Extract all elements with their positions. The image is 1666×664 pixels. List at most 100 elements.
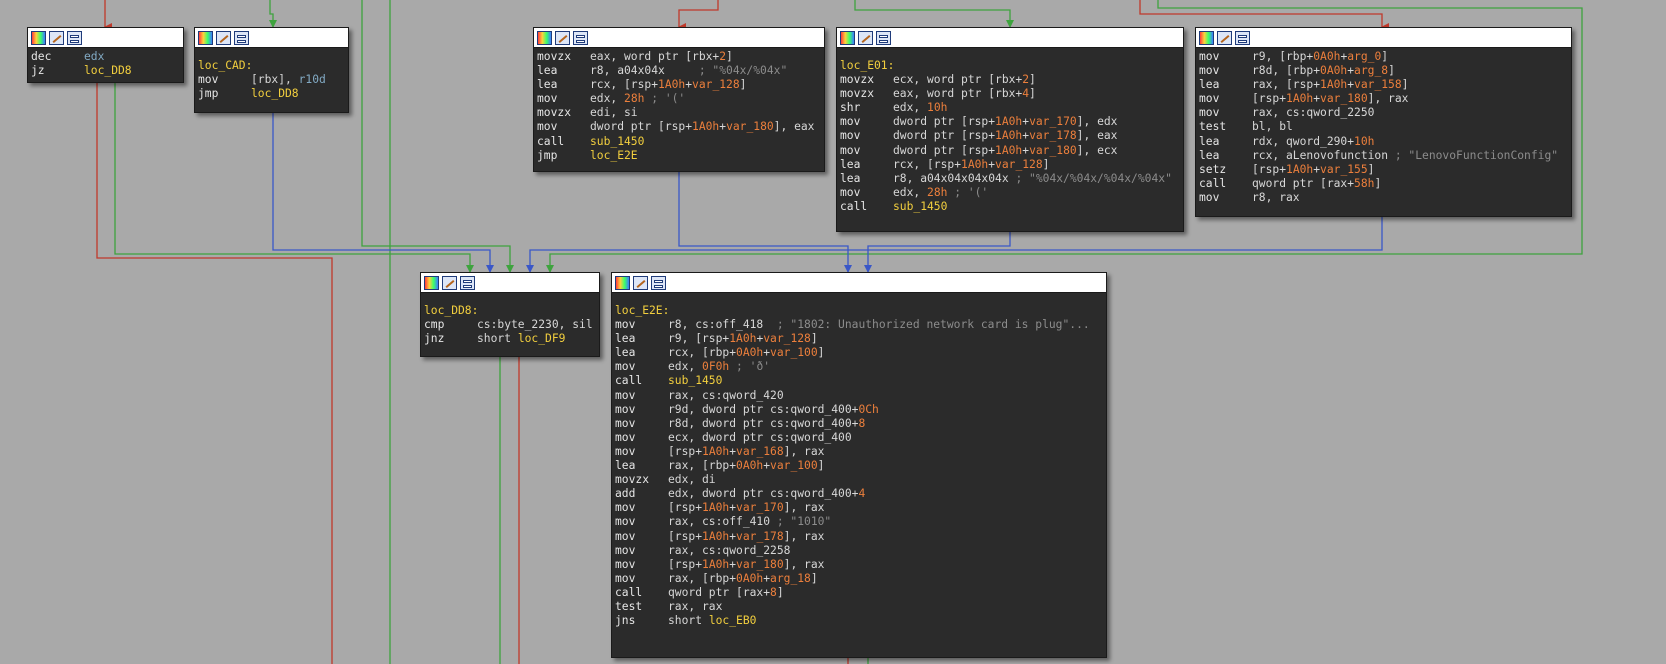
asm-line[interactable]: call qword ptr [rax+8] xyxy=(615,586,1103,600)
block-label[interactable]: loc_DD8: xyxy=(424,304,596,318)
asm-line[interactable]: mov rax, cs:qword_2250 xyxy=(1199,106,1568,120)
asm-line[interactable]: lea rax, [rbp+0A0h+var_100] xyxy=(615,459,1103,473)
asm-line[interactable]: jmp loc_DD8 xyxy=(198,87,345,101)
code-reference[interactable]: sub_1450 xyxy=(893,200,947,213)
asm-line[interactable]: mov r9d, dword ptr cs:qword_400+0Ch xyxy=(615,403,1103,417)
block-label[interactable]: loc_E01: xyxy=(840,59,1180,73)
asm-line[interactable]: mov [rsp+1A0h+var_180], rax xyxy=(615,558,1103,572)
asm-line[interactable]: lea rcx, [rbp+0A0h+var_100] xyxy=(615,346,1103,360)
asm-line[interactable]: mov rax, [rbp+0A0h+arg_18] xyxy=(615,572,1103,586)
color-palette-icon[interactable] xyxy=(424,275,439,290)
code-block-dec[interactable]: dec edx jz loc_DD8 xyxy=(27,27,184,83)
asm-line[interactable]: shr edx, 10h xyxy=(840,101,1180,115)
code-block-loc-e01[interactable]: loc_E01: movzx ecx, word ptr [rbx+2] movzx e… xyxy=(836,27,1184,232)
asm-line[interactable]: mov dword ptr [rsp+1A0h+var_180], eax xyxy=(537,120,821,134)
code-reference[interactable]: loc_DD8 xyxy=(251,87,299,100)
asm-line[interactable]: mov ecx, dword ptr cs:qword_400 xyxy=(615,431,1103,445)
asm-line[interactable]: movzx eax, word ptr [rbx+4] xyxy=(840,87,1180,101)
edit-pencil-icon[interactable] xyxy=(858,30,873,45)
edit-pencil-icon[interactable] xyxy=(1217,30,1232,45)
asm-line[interactable]: movzx eax, word ptr [rbx+2] xyxy=(537,50,821,64)
asm-line[interactable]: jmp loc_E2E xyxy=(537,149,821,163)
asm-line[interactable]: mov [rsp+1A0h+var_170], rax xyxy=(615,501,1103,515)
asm-line[interactable]: mov r9, [rbp+0A0h+arg_0] xyxy=(1199,50,1568,64)
color-palette-icon[interactable] xyxy=(31,30,46,45)
graph-toggle-icon[interactable] xyxy=(67,30,82,45)
graph-toggle-icon[interactable] xyxy=(460,275,475,290)
asm-line[interactable]: lea rcx, aLenovofunction ; "LenovoFunctio… xyxy=(1199,149,1568,163)
asm-line[interactable]: mov rax, cs:qword_2258 xyxy=(615,544,1103,558)
asm-line[interactable]: mov r8d, dword ptr cs:qword_400+8 xyxy=(615,417,1103,431)
asm-line[interactable]: movzx edi, si xyxy=(537,106,821,120)
asm-line[interactable]: dec edx xyxy=(31,50,180,64)
code-block-loc-dd8[interactable]: loc_DD8: cmp cs:byte_2230, sil jnz short loc… xyxy=(420,272,600,357)
operand-text: eax, word ptr [rbx+ xyxy=(590,50,720,63)
color-palette-icon[interactable] xyxy=(1199,30,1214,45)
asm-line[interactable]: call qword ptr [rax+58h] xyxy=(1199,177,1568,191)
code-reference[interactable]: loc_EB0 xyxy=(709,614,757,627)
edit-pencil-icon[interactable] xyxy=(49,30,64,45)
code-reference[interactable]: sub_1450 xyxy=(590,135,644,148)
asm-line[interactable]: lea r8, a04x04x ; "%04x/%04x" xyxy=(537,64,821,78)
asm-line[interactable]: mov rax, cs:off_410 ; "1010" xyxy=(615,515,1103,529)
block-label[interactable]: loc_E2E: xyxy=(615,304,1103,318)
code-block-movzx[interactable]: movzx eax, word ptr [rbx+2] lea r8, a04x04x… xyxy=(533,27,825,172)
color-palette-icon[interactable] xyxy=(198,30,213,45)
code-reference[interactable]: loc_E2E xyxy=(590,149,638,162)
edit-pencil-icon[interactable] xyxy=(633,275,648,290)
asm-line[interactable]: setz [rsp+1A0h+var_155] xyxy=(1199,163,1568,177)
asm-line[interactable]: mov edx, 28h ; '(' xyxy=(537,92,821,106)
block-label[interactable]: loc_CAD: xyxy=(198,59,345,73)
asm-line[interactable]: jns short loc_EB0 xyxy=(615,614,1103,628)
code-reference[interactable]: loc_DF9 xyxy=(518,332,566,345)
code-block-r9[interactable]: mov r9, [rbp+0A0h+arg_0] mov r8d, [rbp+0A0h… xyxy=(1195,27,1572,217)
graph-toggle-icon[interactable] xyxy=(573,30,588,45)
asm-line[interactable]: mov dword ptr [rsp+1A0h+var_170], edx xyxy=(840,115,1180,129)
asm-line[interactable]: lea rdx, qword_290+10h xyxy=(1199,135,1568,149)
asm-line[interactable]: lea r9, [rsp+1A0h+var_128] xyxy=(615,332,1103,346)
color-palette-icon[interactable] xyxy=(537,30,552,45)
asm-line[interactable]: call sub_1450 xyxy=(840,200,1180,214)
asm-line[interactable]: mov rax, cs:qword_420 xyxy=(615,389,1103,403)
asm-line[interactable]: add edx, dword ptr cs:qword_400+4 xyxy=(615,487,1103,501)
edit-pencil-icon[interactable] xyxy=(555,30,570,45)
code-block-loc-e2e[interactable]: loc_E2E: mov r8, cs:off_418 ; "1802: Unaut… xyxy=(611,272,1107,658)
code-reference[interactable]: sub_1450 xyxy=(668,374,722,387)
graph-toggle-icon[interactable] xyxy=(876,30,891,45)
asm-line[interactable]: movzx ecx, word ptr [rbx+2] xyxy=(840,73,1180,87)
asm-line[interactable]: mov dword ptr [rsp+1A0h+var_180], ecx xyxy=(840,144,1180,158)
asm-line[interactable]: lea rcx, [rsp+1A0h+var_128] xyxy=(537,78,821,92)
asm-line[interactable]: lea rcx, [rsp+1A0h+var_128] xyxy=(840,158,1180,172)
operand-text: rax, rax xyxy=(668,599,723,613)
asm-line[interactable]: mov r8, rax xyxy=(1199,191,1568,205)
asm-line[interactable]: jz loc_DD8 xyxy=(31,64,180,78)
asm-line[interactable]: cmp cs:byte_2230, sil xyxy=(424,318,596,332)
asm-line[interactable]: jnz short loc_DF9 xyxy=(424,332,596,346)
asm-line[interactable]: lea r8, a04x04x04x04x ; "%04x/%04x/%04x/%… xyxy=(840,172,1180,186)
asm-line[interactable]: mov [rsp+1A0h+var_178], rax xyxy=(615,530,1103,544)
asm-line[interactable]: movzx edx, di xyxy=(615,473,1103,487)
asm-line[interactable]: test rax, rax xyxy=(615,600,1103,614)
graph-toggle-icon[interactable] xyxy=(1235,30,1250,45)
code-block-loc-cad[interactable]: loc_CAD: mov [rbx], r10d jmp loc_DD8 xyxy=(194,27,349,113)
operand-text: [rsp+ xyxy=(668,557,703,571)
code-reference[interactable]: loc_DD8 xyxy=(84,64,132,77)
edit-pencil-icon[interactable] xyxy=(216,30,231,45)
asm-line[interactable]: mov [rsp+1A0h+var_180], rax xyxy=(1199,92,1568,106)
asm-line[interactable]: mov r8d, [rbp+0A0h+arg_8] xyxy=(1199,64,1568,78)
graph-toggle-icon[interactable] xyxy=(234,30,249,45)
asm-line[interactable]: mov dword ptr [rsp+1A0h+var_178], eax xyxy=(840,129,1180,143)
graph-toggle-icon[interactable] xyxy=(651,275,666,290)
asm-line[interactable]: test bl, bl xyxy=(1199,120,1568,134)
asm-line[interactable]: mov [rsp+1A0h+var_168], rax xyxy=(615,445,1103,459)
asm-line[interactable]: mov [rbx], r10d xyxy=(198,73,345,87)
asm-line[interactable]: mov edx, 28h ; '(' xyxy=(840,186,1180,200)
color-palette-icon[interactable] xyxy=(615,275,630,290)
color-palette-icon[interactable] xyxy=(840,30,855,45)
asm-line[interactable]: lea rax, [rsp+1A0h+var_158] xyxy=(1199,78,1568,92)
asm-line[interactable]: mov edx, 0F0h ; 'ð' xyxy=(615,360,1103,374)
asm-line[interactable]: call sub_1450 xyxy=(537,135,821,149)
edit-pencil-icon[interactable] xyxy=(442,275,457,290)
asm-line[interactable]: call sub_1450 xyxy=(615,374,1103,388)
asm-line[interactable]: mov r8, cs:off_418 ; "1802: Unauthorized … xyxy=(615,318,1103,332)
